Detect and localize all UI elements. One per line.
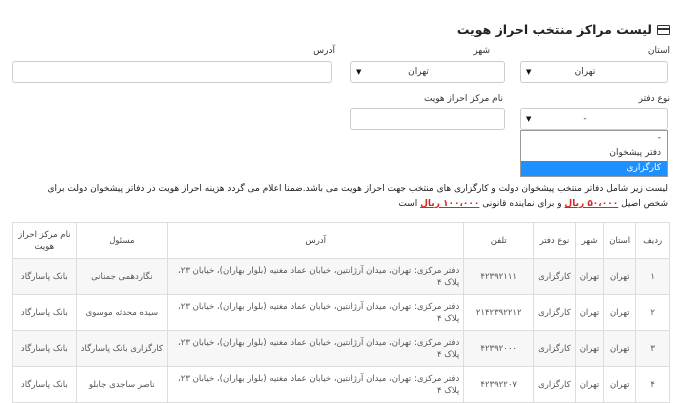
cell-center-name: بانک پاسارگاد — [12, 330, 77, 367]
cell-office-type: کارگزاری — [533, 330, 576, 367]
cell-office-type: کارگزاری — [533, 258, 576, 295]
credit-card-icon — [657, 24, 670, 35]
cell-index: ۳ — [635, 330, 670, 367]
notice-original-person: شخص اصیل — [621, 199, 668, 209]
office-type-label: نوع دفتر — [638, 94, 670, 104]
cell-center-name: بانک پاسارگاد — [12, 294, 77, 331]
province-select[interactable]: تهران ▼ — [520, 61, 668, 83]
cell-city: تهران — [574, 330, 605, 367]
cell-center-name: بانک پاسارگاد — [12, 258, 77, 295]
th-office-type: نوع دفتر — [533, 222, 576, 259]
cell-index: ۲ — [635, 294, 670, 331]
table-row: ۱ تهران تهران کارگزاری ۴۲۳۹۲۱۱۱ دفتر مرک… — [12, 258, 670, 295]
th-city: شهر — [574, 222, 605, 259]
th-address: آدرس — [166, 222, 465, 259]
city-select[interactable]: تهران ▼ — [350, 61, 505, 83]
cell-manager: کارگزاری بانک پاسارگاد — [75, 330, 168, 367]
table-row: ۴ تهران تهران کارگزاری ۴۲۳۹۲۲۰۷ دفتر مرک… — [12, 366, 670, 403]
cell-city: تهران — [574, 294, 605, 331]
city-select-value: تهران — [408, 67, 429, 77]
notice-text: لیست زیر شامل دفاتر منتخب پیشخوان دولت و… — [8, 182, 669, 212]
address-label: آدرس — [313, 46, 335, 56]
notice-suffix: است — [398, 199, 418, 209]
notice-price-original: ۵۰،۰۰۰ ریال — [564, 199, 619, 209]
cell-phone: ۴۲۳۹۲۲۰۷ — [463, 366, 535, 403]
table-header-row: ردیف استان شهر نوع دفتر تلفن آدرس مسئول … — [12, 222, 670, 259]
province-select-value: تهران — [574, 67, 596, 77]
cell-address: دفتر مرکزی: تهران، میدان آرژانتین، خیابا… — [166, 366, 465, 403]
th-center-name: نام مرکز احراز هویت — [12, 222, 77, 259]
th-manager: مسئول — [75, 222, 168, 259]
center-name-input[interactable] — [350, 108, 505, 130]
cell-phone: ۴۲۳۹۲۱۱۱ — [463, 258, 535, 295]
centers-table: ردیف استان شهر نوع دفتر تلفن آدرس مسئول … — [12, 222, 670, 403]
cell-address: دفتر مرکزی: تهران، میدان آرژانتین، خیابا… — [166, 294, 465, 331]
th-index: ردیف — [635, 222, 670, 259]
province-label: استان — [647, 46, 670, 56]
cell-address: دفتر مرکزی: تهران، میدان آرژانتین، خیابا… — [166, 258, 465, 295]
caret-down-icon: ▼ — [356, 68, 362, 76]
cell-city: تهران — [574, 366, 605, 403]
cell-address: دفتر مرکزی: تهران، میدان آرژانتین، خیابا… — [166, 330, 465, 367]
cell-manager: سیده محدثه موسوی — [75, 294, 168, 331]
table-row: ۳ تهران تهران کارگزاری ۴۲۳۹۲۰۰۰ دفتر مرک… — [12, 330, 670, 367]
cell-center-name: بانک پاسارگاد — [12, 366, 77, 403]
cell-office-type: کارگزاری — [533, 366, 576, 403]
notice-line2: شخص اصیل ۵۰،۰۰۰ ریال و برای نماینده قانو… — [8, 197, 668, 212]
office-type-option-none[interactable]: - — [521, 131, 667, 146]
center-name-label: نام مرکز احراز هویت — [423, 94, 503, 104]
office-type-option-pishkhan[interactable]: دفتر پیشخوان — [521, 146, 667, 161]
address-input[interactable] — [12, 61, 332, 83]
cell-index: ۴ — [635, 366, 670, 403]
office-type-select-value: - — [583, 114, 587, 124]
city-label: شهر — [473, 46, 490, 56]
cell-phone: ۲۱۴۲۳۹۲۲۱۲ — [463, 294, 535, 331]
page-title: لیست مراکز منتخب احراز هویت — [457, 22, 670, 37]
caret-down-icon: ▼ — [526, 68, 532, 76]
cell-office-type: کارگزاری — [533, 294, 576, 331]
cell-index: ۱ — [635, 258, 670, 295]
cell-manager: ناصر ساجدی جابلو — [75, 366, 168, 403]
cell-province: تهران — [603, 294, 637, 331]
cell-province: تهران — [603, 258, 637, 295]
office-type-option-kargozari[interactable]: کارگزاری — [521, 161, 667, 176]
cell-province: تهران — [603, 330, 637, 367]
cell-phone: ۴۲۳۹۲۰۰۰ — [463, 330, 535, 367]
table-row: ۲ تهران تهران کارگزاری ۲۱۴۲۳۹۲۲۱۲ دفتر م… — [12, 294, 670, 331]
office-type-select[interactable]: - ▼ — [520, 108, 668, 130]
caret-down-icon: ▼ — [526, 115, 532, 123]
notice-line1: لیست زیر شامل دفاتر منتخب پیشخوان دولت و… — [47, 184, 669, 194]
th-phone: تلفن — [463, 222, 535, 259]
cell-city: تهران — [574, 258, 605, 295]
notice-price-representative: ۱۰۰،۰۰۰ ریال — [420, 199, 480, 209]
notice-representative: و برای نماینده قانونی — [482, 199, 562, 209]
cell-manager: نگاردهمی جمنانی — [75, 258, 168, 295]
office-type-dropdown[interactable]: - دفتر پیشخوان کارگزاری — [520, 130, 668, 177]
page-title-text: لیست مراکز منتخب احراز هویت — [456, 22, 652, 37]
cell-province: تهران — [603, 366, 637, 403]
th-province: استان — [603, 222, 637, 259]
